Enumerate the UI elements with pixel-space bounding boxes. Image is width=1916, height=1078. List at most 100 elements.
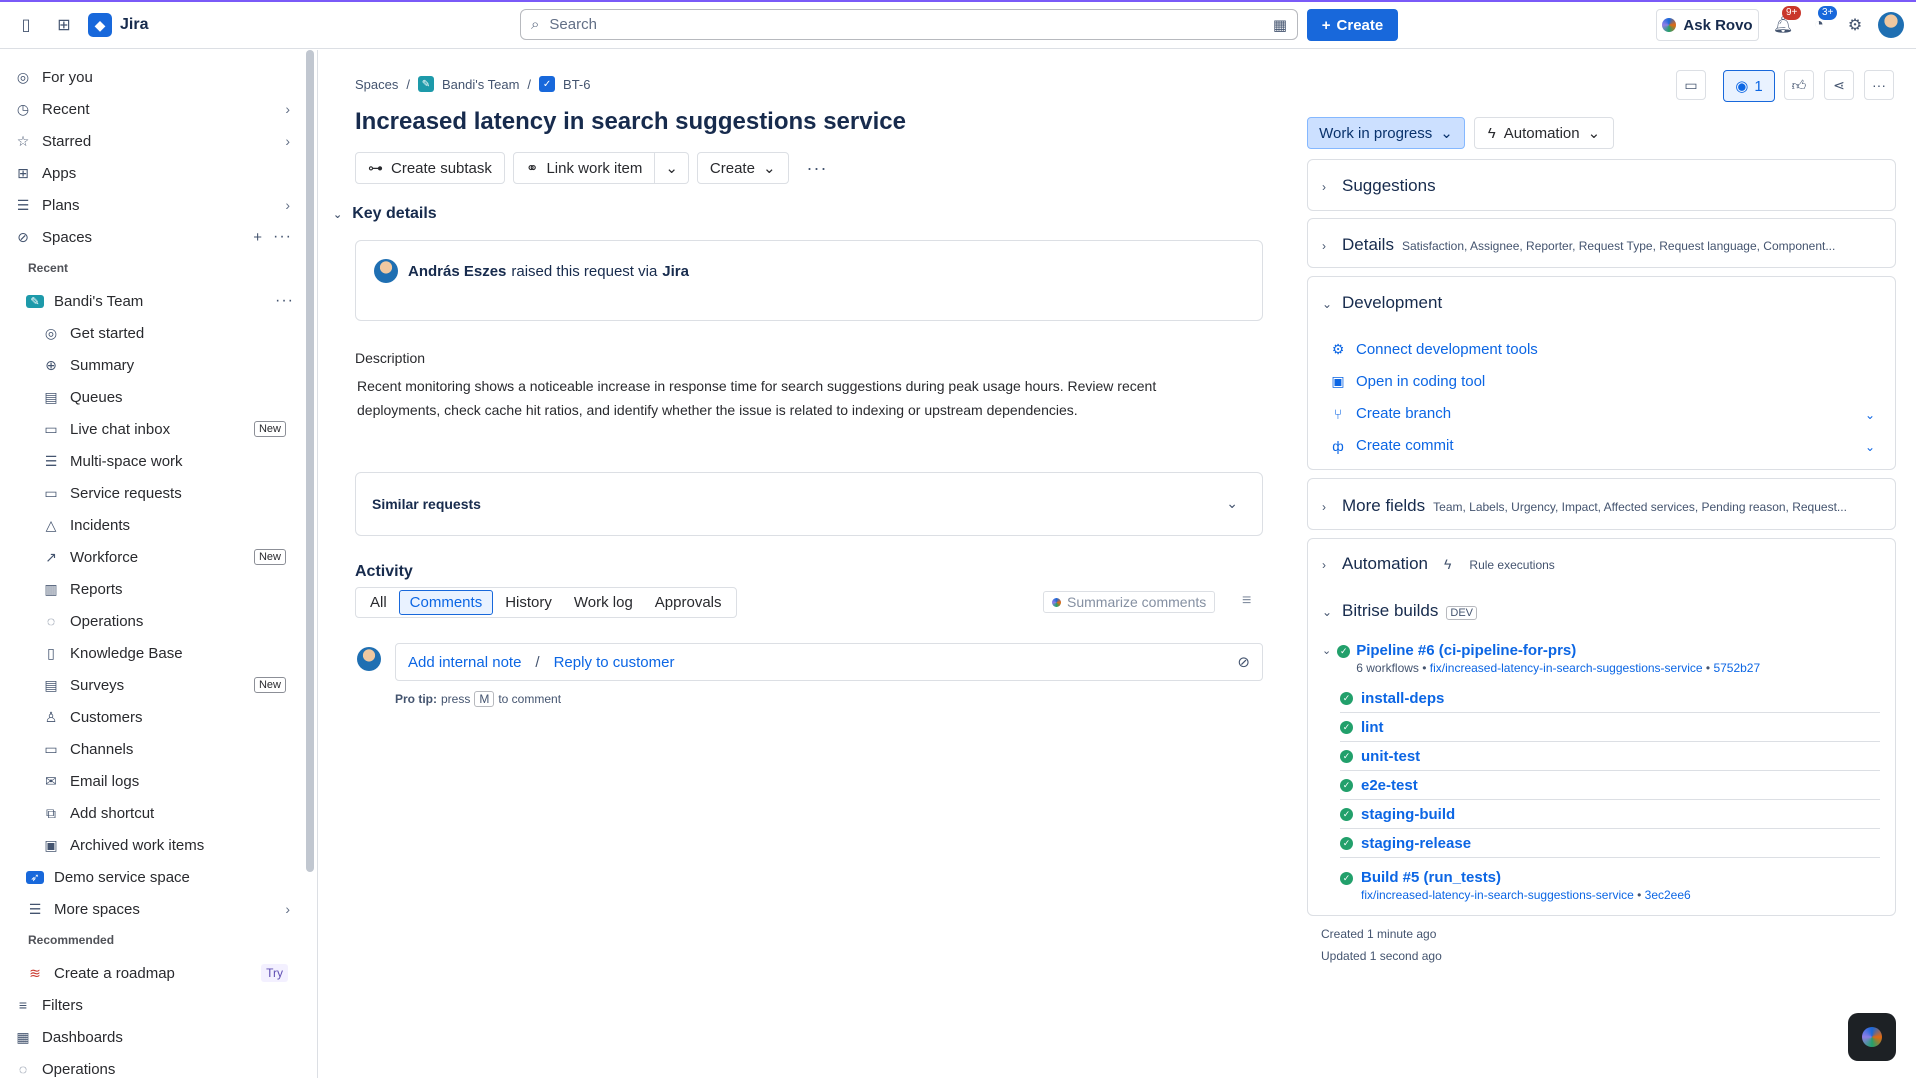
rule-executions[interactable]: Rule executions	[1469, 558, 1554, 572]
key-details-header[interactable]: ⌄ Key details	[333, 205, 437, 223]
pipeline-link[interactable]: Pipeline #6 (ci-pipeline-for-prs)	[1356, 642, 1760, 659]
summarize-comments-button[interactable]: Summarize comments	[1043, 591, 1216, 613]
sidebar-item-add-shortcut[interactable]: ⧉ Add shortcut	[42, 798, 292, 828]
open-coding-tool-link[interactable]: ▣ Open in coding tool	[1330, 373, 1485, 390]
qr-code-icon[interactable]: ▦	[1273, 16, 1287, 34]
sidebar-item-plans[interactable]: ☰ Plans ›	[14, 190, 294, 220]
build-step-row[interactable]: ✓ staging-build	[1340, 800, 1880, 829]
build-step-row[interactable]: ✓ e2e-test	[1340, 771, 1880, 800]
sidebar-scrollbar[interactable]	[306, 50, 314, 872]
sidebar-item-operations[interactable]: ◌ Operations	[42, 606, 292, 636]
more-fields-panel[interactable]: › More fields Team, Labels, Urgency, Impac…	[1307, 478, 1896, 530]
help-icon[interactable]: ◔ 3+	[1806, 6, 1838, 38]
sidebar-item-workforce[interactable]: ↗ Workforce New	[42, 542, 292, 572]
automation-dropdown[interactable]: ϟ Automation ⌄	[1474, 117, 1614, 149]
more-actions-icon[interactable]: ···	[1864, 70, 1894, 100]
reporter-name[interactable]: András Eszes	[408, 263, 506, 280]
sidebar-item-demo-service-space[interactable]: ➶ Demo service space	[26, 862, 294, 892]
link-work-item-button[interactable]: ⚭ Link work item	[512, 152, 656, 184]
user-avatar[interactable]	[1878, 12, 1904, 38]
search-input[interactable]: ⌕ Search ▦	[520, 9, 1298, 40]
tab-history[interactable]: History	[495, 591, 562, 614]
attachment-icon[interactable]: ⊘	[1237, 653, 1250, 671]
sort-icon[interactable]: ≡	[1242, 592, 1251, 610]
create-dropdown-button[interactable]: Create ⌄	[696, 152, 789, 184]
app-switcher-icon[interactable]: ⊞	[50, 11, 78, 39]
tab-approvals[interactable]: Approvals	[645, 591, 732, 614]
sidebar-item-channels[interactable]: ▭ Channels	[42, 734, 292, 764]
sidebar-item-spaces[interactable]: ⊘ Spaces + ···	[14, 222, 294, 252]
create-subtask-button[interactable]: ⊶ Create subtask	[355, 152, 505, 184]
sidebar-item-dashboards[interactable]: ▦ Dashboards	[14, 1022, 294, 1052]
ask-rovo-button[interactable]: Ask Rovo	[1656, 9, 1759, 41]
bitrise-header[interactable]: ⌄ Bitrise builds DEV	[1322, 601, 1477, 621]
more-actions-icon[interactable]: ···	[273, 228, 292, 246]
chevron-down-icon[interactable]: ⌄	[1865, 440, 1875, 454]
description-text[interactable]: Recent monitoring shows a noticeable inc…	[357, 374, 1237, 422]
sidebar-item-incidents[interactable]: △ Incidents	[42, 510, 292, 540]
build5-link[interactable]: Build #5 (run_tests)	[1361, 869, 1691, 886]
more-actions-icon[interactable]: ···	[797, 152, 838, 184]
build5-commit[interactable]: 3ec2ee6	[1645, 888, 1691, 902]
add-internal-note-link[interactable]: Add internal note	[408, 654, 521, 671]
link-dropdown-button[interactable]: ⌄	[655, 152, 689, 184]
connect-dev-tools-link[interactable]: ⚙ Connect development tools	[1330, 341, 1538, 358]
tab-all[interactable]: All	[360, 591, 397, 614]
sidebar-item-archived-work-items[interactable]: ▣ Archived work items	[42, 830, 292, 860]
create-commit-link[interactable]: ф Create commit	[1330, 437, 1453, 454]
notifications-icon[interactable]: 🔔︎ 9+	[1770, 6, 1802, 38]
sidebar-item-more-spaces[interactable]: ☰ More spaces ›	[26, 894, 294, 924]
chevron-down-icon[interactable]: ⌄	[1322, 644, 1331, 657]
create-branch-link[interactable]: ⑂ Create branch	[1330, 405, 1451, 422]
sidebar-item-filters[interactable]: ≡ Filters	[14, 990, 294, 1020]
sidebar-item-queues[interactable]: ▤ Queues	[42, 382, 292, 412]
sidebar-item-reports[interactable]: ▥ Reports	[42, 574, 292, 604]
add-space-icon[interactable]: +	[253, 229, 262, 246]
sidebar-item-multi-space-work[interactable]: ☰ Multi-space work	[42, 446, 292, 476]
automation-panel-header[interactable]: › Automation ϟ Rule executions	[1322, 554, 1555, 574]
page-title[interactable]: Increased latency in search suggestions …	[355, 108, 906, 136]
create-button[interactable]: + Create	[1307, 9, 1398, 41]
chevron-down-icon[interactable]: ⌄	[1865, 408, 1875, 422]
share-icon[interactable]: ⋖	[1824, 70, 1854, 100]
build-step-row[interactable]: ✓ lint	[1340, 713, 1880, 742]
breadcrumb-key[interactable]: BT-6	[563, 77, 590, 92]
sidebar-item-recent[interactable]: ◷ Recent ›	[14, 94, 294, 124]
comment-box[interactable]: Add internal note / Reply to customer ⊘	[395, 643, 1263, 681]
sidebar-item-surveys[interactable]: ▤ Surveys New	[42, 670, 292, 700]
sidebar-item-create-roadmap[interactable]: ≋ Create a roadmap Try	[26, 958, 294, 988]
tab-work-log[interactable]: Work log	[564, 591, 643, 614]
sidebar-item-email-logs[interactable]: ✉ Email logs	[42, 766, 292, 796]
sidebar-item-customers[interactable]: ♙ Customers	[42, 702, 292, 732]
build-step-row[interactable]: ✓ install-deps	[1340, 684, 1880, 713]
sidebar-item-apps[interactable]: ⊞ Apps	[14, 158, 294, 188]
chevron-down-icon[interactable]: ⌄	[1322, 297, 1334, 311]
feedback-icon[interactable]: ▭	[1676, 70, 1706, 100]
sidebar-item-for-you[interactable]: ◎ For you	[14, 62, 294, 92]
build-step-row[interactable]: ✓ unit-test	[1340, 742, 1880, 771]
details-panel[interactable]: › Details Satisfaction, Assignee, Reporter…	[1307, 218, 1896, 268]
like-icon[interactable]: 👍︎	[1784, 70, 1814, 100]
build-step-row[interactable]: ✓ staging-release	[1340, 829, 1880, 858]
watch-button[interactable]: ◉ 1	[1723, 70, 1775, 102]
status-dropdown[interactable]: Work in progress ⌄	[1307, 117, 1465, 149]
breadcrumb-team[interactable]: Bandi's Team	[442, 77, 519, 92]
rovo-chat-button[interactable]	[1848, 1013, 1896, 1061]
jira-logo[interactable]: ◆ Jira	[88, 13, 148, 37]
sidebar-item-get-started[interactable]: ◎ Get started	[42, 318, 292, 348]
tab-comments[interactable]: Comments	[398, 590, 494, 615]
sidebar-item-starred[interactable]: ☆ Starred ›	[14, 126, 294, 156]
sidebar-item-live-chat-inbox[interactable]: ▭ Live chat inbox New	[42, 414, 292, 444]
more-actions-icon[interactable]: ···	[275, 292, 294, 310]
reporter-avatar[interactable]	[374, 259, 398, 283]
breadcrumb-spaces[interactable]: Spaces	[355, 77, 398, 92]
settings-gear-icon[interactable]: ⚙	[1842, 12, 1868, 38]
build5-branch[interactable]: fix/increased-latency-in-search-suggesti…	[1361, 888, 1634, 902]
sidebar-item-operations-global[interactable]: ◌ Operations	[14, 1054, 294, 1078]
pipeline-commit[interactable]: 5752b27	[1713, 661, 1760, 675]
similar-requests-panel[interactable]: Similar requests ⌄	[355, 472, 1263, 536]
reply-to-customer-link[interactable]: Reply to customer	[554, 654, 675, 671]
suggestions-panel[interactable]: › Suggestions	[1307, 159, 1896, 211]
sidebar-item-knowledge-base[interactable]: ▯ Knowledge Base	[42, 638, 292, 668]
pipeline-branch[interactable]: fix/increased-latency-in-search-suggesti…	[1430, 661, 1703, 675]
